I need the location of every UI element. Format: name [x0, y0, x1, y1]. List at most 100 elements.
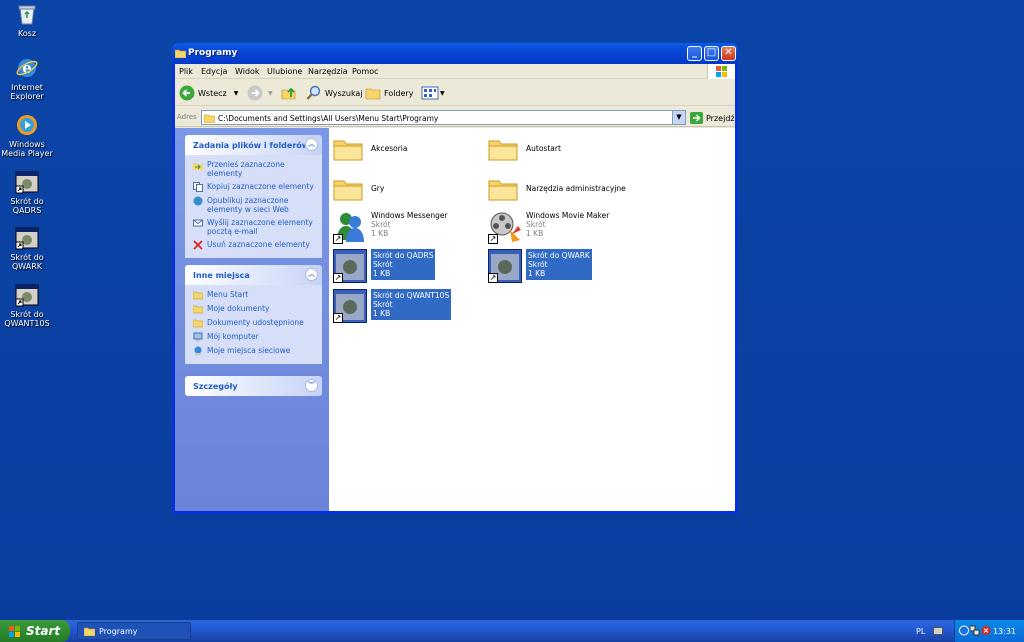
desktop-icon-internet-explorer[interactable]: e Internet Explorer — [0, 56, 54, 101]
menu-edit[interactable]: Edycja — [201, 67, 227, 76]
start-button[interactable]: Start — [0, 620, 70, 642]
menu-help[interactable]: Pomoc — [352, 67, 379, 76]
clock[interactable]: 13:31 — [993, 627, 1016, 636]
file-name: Skrót do QADRS — [373, 251, 434, 260]
windows-logo-icon — [9, 625, 20, 637]
folder-icon — [488, 140, 518, 161]
taskbar: Start Programy PL 13:31 — [0, 620, 1024, 642]
menu-bar: Plik Edycja Widok Ulubione Narzędzia Pom… — [175, 64, 735, 79]
task-delete[interactable]: Usuń zaznaczone elementy — [193, 240, 316, 250]
panel-title: Szczegóły — [193, 382, 238, 391]
place-start-menu[interactable]: Menu Start — [193, 290, 316, 300]
menu-tools[interactable]: Narzędzia — [308, 67, 348, 76]
taskbar-window-button[interactable]: Programy — [77, 622, 191, 640]
connection-tray-icon[interactable] — [970, 625, 980, 636]
task-copy[interactable]: Kopiuj zaznaczone elementy — [193, 182, 316, 192]
other-places-panel: Inne miejsca ︽ Menu Start Moje dokumenty… — [185, 265, 322, 364]
menu-favorites[interactable]: Ulubione — [267, 67, 302, 76]
collapse-icon[interactable]: ︽ — [305, 268, 318, 281]
file-name: Gry — [371, 184, 385, 193]
task-label: Usuń zaznaczone elementy — [207, 240, 310, 249]
start-label: Start — [26, 624, 61, 638]
folders-button[interactable]: Foldery — [365, 85, 413, 101]
shortcut-item-selected[interactable]: ↗ Skrót do QWANT10S Skrót 1 KB — [333, 289, 452, 323]
back-button[interactable]: Wstecz ▼ — [179, 85, 238, 101]
close-button[interactable]: ✕ — [721, 46, 736, 61]
taskbar-window-label: Programy — [99, 626, 138, 636]
desktop-icon-label: Skrót do QADRS — [10, 197, 44, 215]
menu-file[interactable]: Plik — [179, 67, 193, 76]
go-arrow-icon — [690, 112, 703, 124]
file-name: Narzędzia administracyjne — [526, 184, 626, 193]
search-button[interactable]: Wyszukaj — [306, 85, 363, 101]
file-size: 1 KB — [371, 229, 389, 238]
go-button[interactable]: Przejdź — [690, 112, 735, 124]
task-label: Wyślij zaznaczone elementy pocztą e-mail — [207, 218, 313, 236]
explorer-window: Programy _ □ ✕ Plik Edycja Widok Ulubion… — [172, 43, 738, 514]
desktop-icon-qwant10s[interactable]: Skrót do QWANT10S — [0, 283, 54, 328]
folder-icon — [84, 627, 95, 636]
shortcut-item[interactable]: ↗ Windows Movie Maker Skrót 1 KB — [488, 210, 609, 244]
folder-item[interactable]: Narzędzia administracyjne — [488, 171, 626, 205]
task-label: Kopiuj zaznaczone elementy — [207, 182, 314, 191]
task-pane: Zadania plików i folderów ︽ Przenieś zaz… — [175, 128, 329, 511]
address-label: Adres — [177, 113, 197, 121]
views-icon — [421, 86, 439, 100]
menu-view[interactable]: Widok — [235, 67, 260, 76]
shortcut-item-selected[interactable]: ↗ Skrót do QADRS Skrót 1 KB — [333, 249, 436, 283]
security-alert-icon[interactable] — [981, 625, 991, 636]
file-name: Windows Messenger — [371, 211, 448, 220]
title-bar[interactable]: Programy _ □ ✕ — [172, 43, 738, 64]
maximize-button[interactable]: □ — [704, 46, 719, 61]
views-button[interactable]: ▼ — [421, 85, 445, 101]
network-tray-icon[interactable] — [959, 625, 969, 636]
folders-label: Foldery — [384, 88, 414, 98]
place-network[interactable]: Moje miejsca sieciowe — [193, 346, 316, 356]
collapse-icon[interactable]: ︽ — [305, 138, 318, 151]
shortcut-item-selected[interactable]: ↗ Skrót do QWARK Skrót 1 KB — [488, 249, 592, 283]
address-bar: Adres C:\Documents and Settings\All User… — [175, 107, 735, 127]
task-email[interactable]: Wyślij zaznaczone elementy pocztą e-mail — [193, 218, 316, 236]
folder-item[interactable]: Akcesoria — [333, 131, 407, 165]
language-indicator[interactable]: PL — [916, 627, 925, 636]
details-header[interactable]: Szczegóły ︾ — [185, 376, 322, 396]
back-arrow-icon — [179, 85, 195, 101]
task-publish[interactable]: Opublikuj zaznaczone elementy w sieci We… — [193, 196, 316, 214]
minimize-button[interactable]: _ — [687, 46, 702, 61]
desktop-icon-qwark[interactable]: Skrót do QWARK — [0, 226, 54, 271]
folder-item[interactable]: Gry — [333, 171, 384, 205]
address-dropdown-button[interactable]: ▼ — [672, 111, 685, 124]
folder-icon — [193, 291, 203, 300]
folder-icon — [333, 140, 363, 161]
place-label: Moje dokumenty — [207, 304, 270, 313]
forward-button[interactable]: ▼ — [247, 85, 273, 101]
folder-item[interactable]: Autostart — [488, 131, 561, 165]
expand-icon[interactable]: ︾ — [305, 379, 318, 392]
desktop-icon-qadrs[interactable]: Skrót do QADRS — [0, 170, 54, 215]
desktop-icon-recycle-bin[interactable]: Kosz — [0, 2, 54, 38]
file-name: Windows Movie Maker — [526, 211, 610, 220]
file-name: Skrót do QWARK — [528, 251, 590, 260]
file-size: 1 KB — [526, 229, 544, 238]
desktop-icon-label: Windows Media Player — [1, 140, 53, 158]
forward-arrow-icon — [247, 85, 263, 101]
desktop-icon-media-player[interactable]: Windows Media Player — [0, 113, 54, 158]
place-my-documents[interactable]: Moje dokumenty — [193, 304, 316, 314]
task-label: Przenieś zaznaczone elementy — [207, 160, 285, 178]
place-shared-documents[interactable]: Dokumenty udostępnione — [193, 318, 316, 328]
shortcut-app-icon — [15, 283, 39, 307]
toolbar: Wstecz ▼ ▼ Wyszukaj Foldery ▼ — [175, 80, 735, 106]
desktop-icon-label: Internet Explorer — [10, 83, 44, 101]
keyboard-icon[interactable] — [933, 627, 943, 635]
other-places-header[interactable]: Inne miejsca ︽ — [185, 265, 322, 285]
up-folder-button[interactable] — [281, 85, 297, 101]
panel-title: Inne miejsca — [193, 271, 250, 280]
place-label: Menu Start — [207, 290, 249, 299]
file-tasks-header[interactable]: Zadania plików i folderów ︽ — [185, 135, 322, 155]
task-move[interactable]: Przenieś zaznaczone elementy — [193, 160, 316, 178]
shortcut-item[interactable]: ↗ Windows Messenger Skrót 1 KB — [333, 210, 448, 244]
address-input[interactable]: C:\Documents and Settings\All Users\Menu… — [201, 110, 686, 125]
file-kind: Skrót — [373, 300, 393, 309]
email-icon — [193, 219, 203, 227]
place-my-computer[interactable]: Mój komputer — [193, 332, 316, 342]
